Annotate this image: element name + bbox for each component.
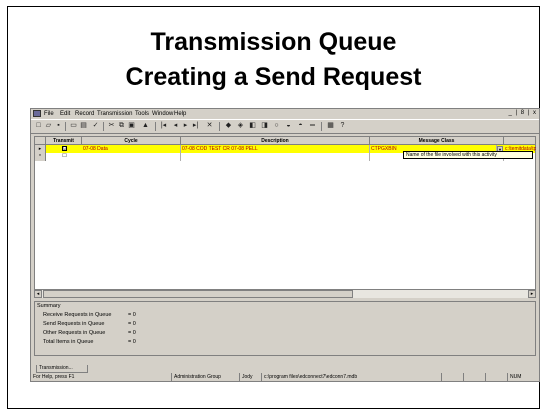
first-record-icon[interactable]: |◂ (159, 122, 168, 130)
summary-title: Summary (37, 303, 61, 309)
slide: Transmission Queue Creating a Send Reque… (7, 6, 540, 409)
menu-file[interactable]: File (44, 111, 54, 117)
transmit-icon[interactable]: ◆ (224, 122, 233, 130)
copy-icon[interactable]: ⧉ (117, 122, 126, 130)
refresh-icon[interactable]: ○ (272, 122, 281, 130)
paste-icon[interactable]: ▣ (127, 122, 136, 130)
spell-icon[interactable]: ✓ (91, 122, 100, 130)
app-icon (33, 110, 41, 117)
open-icon[interactable]: ▱ (44, 122, 53, 130)
prev-record-icon[interactable]: ◂ (171, 122, 180, 130)
print-icon[interactable]: ▤ (79, 122, 88, 130)
log-icon[interactable]: ◨ (260, 122, 269, 130)
scroll-thumb[interactable] (43, 290, 353, 298)
menu-record[interactable]: Record (75, 111, 94, 117)
menu-edit[interactable]: Edit (60, 111, 70, 117)
summary-line: Receive Requests in Queue = 0 (43, 312, 193, 319)
cycle-cell[interactable] (82, 153, 181, 161)
transmit-checkbox[interactable]: ☑ (62, 146, 67, 152)
summary-label: Send Requests in Queue (43, 321, 105, 327)
row-selector[interactable]: ▸ (35, 145, 46, 153)
next-record-icon[interactable]: ▸ (181, 122, 190, 130)
queue-grid: Transmit Cycle Description Message Class… (34, 136, 536, 297)
menu-help[interactable]: Help (174, 111, 186, 117)
menu-transmission[interactable]: Transmission (97, 111, 132, 117)
slide-title-line1: Transmission Queue (150, 28, 397, 56)
last-record-icon[interactable]: ▸| (191, 122, 200, 130)
transmit-checkbox[interactable]: ☐ (62, 154, 67, 159)
summary-label: Receive Requests in Queue (43, 312, 112, 318)
scroll-left-icon[interactable]: ◂ (34, 290, 42, 298)
summary-panel: Summary Receive Requests in Queue = 0 Se… (34, 301, 536, 356)
status-user: Jody (239, 373, 261, 381)
status-help: For Help, press F1 (33, 374, 75, 380)
print-preview-icon[interactable]: ▭ (69, 122, 78, 130)
new-icon[interactable]: □ (34, 122, 43, 130)
column-header-cycle[interactable]: Cycle (82, 137, 181, 145)
column-header-description[interactable]: Description (181, 137, 370, 145)
summary-line: Other Requests in Queue = 0 (43, 330, 193, 337)
menu-tools[interactable]: Tools (135, 111, 149, 117)
slide-title-line2: Creating a Send Request (125, 63, 422, 91)
queue-icon[interactable]: ◧ (248, 122, 257, 130)
app-window: File Edit Record Transmission Tools Wind… (30, 108, 540, 382)
status-path: c:\program files\edconnect7\edconn7.mdb (261, 373, 441, 381)
delete-icon[interactable]: ✕ (205, 122, 214, 130)
network-icon[interactable]: ◓ (296, 122, 305, 130)
settings-icon[interactable]: ═ (308, 122, 317, 130)
status-group: Administration Group (171, 373, 239, 381)
column-header-message-class[interactable]: Message Class (370, 137, 504, 145)
help-icon[interactable]: ? (338, 122, 347, 130)
summary-label: Other Requests in Queue (43, 330, 106, 336)
receive-icon[interactable]: ◈ (236, 122, 245, 130)
summary-label: Total Items in Queue (43, 339, 94, 345)
status-bar: For Help, press F1 Administration Group … (31, 373, 539, 381)
summary-value: = 0 (128, 330, 136, 336)
grid-corner (35, 137, 46, 145)
cut-icon[interactable]: ✂ (107, 122, 116, 130)
menu-window[interactable]: Window (152, 111, 173, 117)
find-icon[interactable]: ▲ (141, 122, 150, 130)
status-num: NUM (507, 373, 539, 381)
mailbox-icon[interactable]: ◒ (284, 122, 293, 130)
column-header-file[interactable] (504, 137, 536, 145)
summary-line: Total Items in Queue = 0 (43, 339, 193, 346)
save-icon[interactable]: ▪ (54, 122, 63, 130)
description-cell[interactable] (181, 153, 370, 161)
report-icon[interactable]: ▦ (326, 122, 335, 130)
file-tooltip: Name of the file involved with this acti… (403, 151, 533, 159)
scroll-right-icon[interactable]: ▸ (528, 290, 536, 298)
summary-value: = 0 (128, 339, 136, 345)
horizontal-scrollbar[interactable]: ◂ ▸ (34, 289, 536, 298)
window-tabs: Transmission... (34, 365, 536, 373)
row-selector[interactable]: * (35, 153, 46, 161)
summary-value: = 0 (128, 312, 136, 318)
window-controls[interactable]: _ | 8 | x (509, 110, 537, 116)
toolbar: □ ▱ ▪ ▭ ▤ ✓ ✂ ⧉ ▣ ▲ |◂ ◂ ▸ ▸| ✕ ◆ ◈ ◧ ◨ … (31, 119, 539, 134)
tab-transmission[interactable]: Transmission... (36, 365, 88, 373)
cycle-cell[interactable]: 07-08 Data (82, 145, 181, 153)
column-header-transmit[interactable]: Transmit (46, 137, 82, 145)
menu-bar: File Edit Record Transmission Tools Wind… (31, 109, 539, 119)
summary-line: Send Requests in Queue = 0 (43, 321, 193, 328)
description-cell[interactable]: 07-08 COD TEST CR 07-08 PELL (181, 145, 370, 153)
summary-value: = 0 (128, 321, 136, 327)
